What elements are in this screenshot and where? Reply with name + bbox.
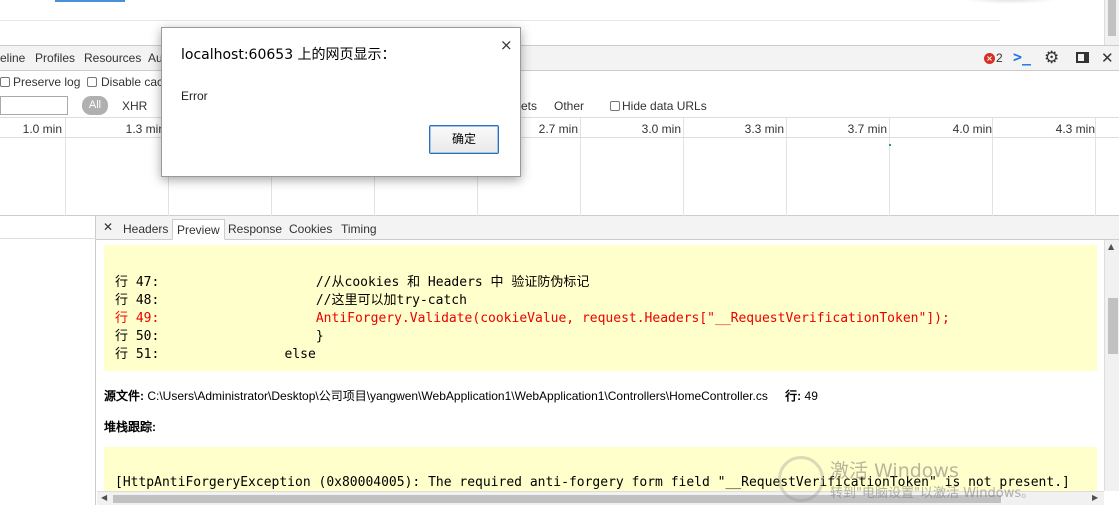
tab-preview[interactable]: Preview (172, 219, 225, 240)
source-file-label: 源文件: (104, 389, 144, 403)
tab-profiles[interactable]: Profiles (35, 51, 75, 65)
timeline-gridline (992, 118, 993, 216)
timeline-gridline (65, 118, 66, 216)
stack-trace-heading: 堆栈跟踪: (104, 418, 156, 435)
dock-side-icon[interactable] (1076, 52, 1089, 63)
page-scrollbar[interactable] (1104, 0, 1119, 45)
timeline-tick-label: 4.0 min (952, 122, 992, 136)
tab-cookies[interactable]: Cookies (289, 222, 332, 236)
timeline-tick-label: 2.7 min (538, 122, 578, 136)
tab-resources[interactable]: Resources (84, 51, 141, 65)
alert-dialog: localhost:60653 上的网页显示： × Error 确定 (161, 27, 521, 177)
filter-input[interactable] (0, 96, 68, 115)
code-line: 行 50: } (115, 329, 324, 344)
timeline-gridline (786, 118, 787, 216)
disable-cache-label: Disable cac (101, 75, 164, 89)
disable-cache-checkbox[interactable] (87, 77, 97, 87)
preserve-log-checkbox[interactable] (0, 77, 10, 87)
page-divider (0, 20, 1000, 21)
source-file-line: 源文件: C:\Users\Administrator\Desktop\公司项目… (104, 387, 818, 404)
timeline-gridline (580, 118, 581, 216)
code-line: 行 48: //这里可以加try-catch (115, 293, 467, 308)
request-list-pane[interactable] (0, 216, 96, 505)
dialog-close-icon[interactable]: × (500, 36, 513, 54)
dialog-message: Error (181, 89, 208, 103)
dialog-title: localhost:60653 上的网页显示： (181, 47, 396, 63)
preserve-log-label: Preserve log (13, 75, 81, 89)
close-icon[interactable]: ✕ (1101, 49, 1114, 67)
filter-all-button[interactable]: All (82, 96, 108, 115)
stack-trace-label: 堆栈跟踪: (104, 420, 156, 434)
timeline-gridline (683, 118, 684, 216)
hide-data-urls-checkbox[interactable] (610, 101, 620, 111)
line-label: 行: (785, 389, 802, 403)
scroll-left-arrow-icon[interactable]: ◀ (101, 493, 107, 502)
tab-timeline[interactable]: eline (0, 51, 25, 65)
timeline-tick-label: 3.3 min (744, 122, 784, 136)
timeline-gridline (889, 118, 890, 216)
timeline-gridline (1095, 118, 1096, 216)
source-file-path: C:\Users\Administrator\Desktop\公司项目\yang… (147, 389, 768, 403)
tab-timing[interactable]: Timing (341, 222, 377, 236)
filter-sockets-button[interactable]: ets (521, 99, 537, 113)
scroll-up-arrow-icon[interactable]: ▲ (1108, 242, 1114, 251)
dialog-ok-button[interactable]: 确定 (429, 125, 499, 154)
timeline-tick-label: 1.3 min (125, 122, 165, 136)
close-detail-icon[interactable]: ✕ (103, 220, 113, 234)
error-circle-icon[interactable]: × (984, 53, 995, 64)
request-detail-tabs: Headers Preview Response Cookies Timing (96, 216, 1119, 240)
activate-windows-subtitle: 转到"电脑设置"以激活 Windows。 (830, 486, 1035, 501)
scroll-right-arrow-icon[interactable]: ▶ (1092, 493, 1098, 502)
preview-vertical-scrollbar[interactable]: ▲ (1104, 240, 1119, 491)
code-line: 行 47: //从cookies 和 Headers 中 验证防伪标记 (115, 275, 590, 290)
timeline-tick-label: 3.7 min (847, 122, 887, 136)
timeline-request-marker (889, 144, 891, 146)
page-scrollbar-thumb[interactable] (1108, 0, 1116, 36)
page-link-underline (55, 0, 125, 2)
windows-key-watermark-icon (778, 456, 824, 502)
code-line-highlighted: 行 49: AntiForgery.Validate(cookieValue, … (115, 311, 950, 326)
tab-headers[interactable]: Headers (123, 222, 168, 236)
tab-response[interactable]: Response (228, 222, 282, 236)
line-number: 49 (804, 389, 818, 403)
code-line: 行 51: else (115, 347, 316, 362)
activate-windows-title: 激活 Windows (830, 460, 959, 482)
filter-other-button[interactable]: Other (554, 99, 584, 113)
request-list-header-divider (0, 238, 96, 239)
timeline-tick-label: 4.3 min (1055, 122, 1095, 136)
source-code-box: 行 47: //从cookies 和 Headers 中 验证防伪标记 行 48… (104, 245, 1097, 371)
preview-panel: 行 47: //从cookies 和 Headers 中 验证防伪标记 行 48… (97, 240, 1104, 491)
gear-icon[interactable]: ⚙ (1044, 48, 1059, 68)
console-prompt-icon[interactable]: >_ (1013, 48, 1031, 66)
filter-xhr-button[interactable]: XHR (122, 99, 147, 113)
vertical-scrollbar-thumb[interactable] (1108, 298, 1118, 354)
timeline-tick-label: 1.0 min (22, 122, 62, 136)
timeline-tick-label: 3.0 min (641, 122, 681, 136)
page-shadow-decoration (960, 0, 1060, 4)
hide-data-urls-label: Hide data URLs (622, 99, 707, 113)
error-count[interactable]: 2 (996, 51, 1003, 65)
